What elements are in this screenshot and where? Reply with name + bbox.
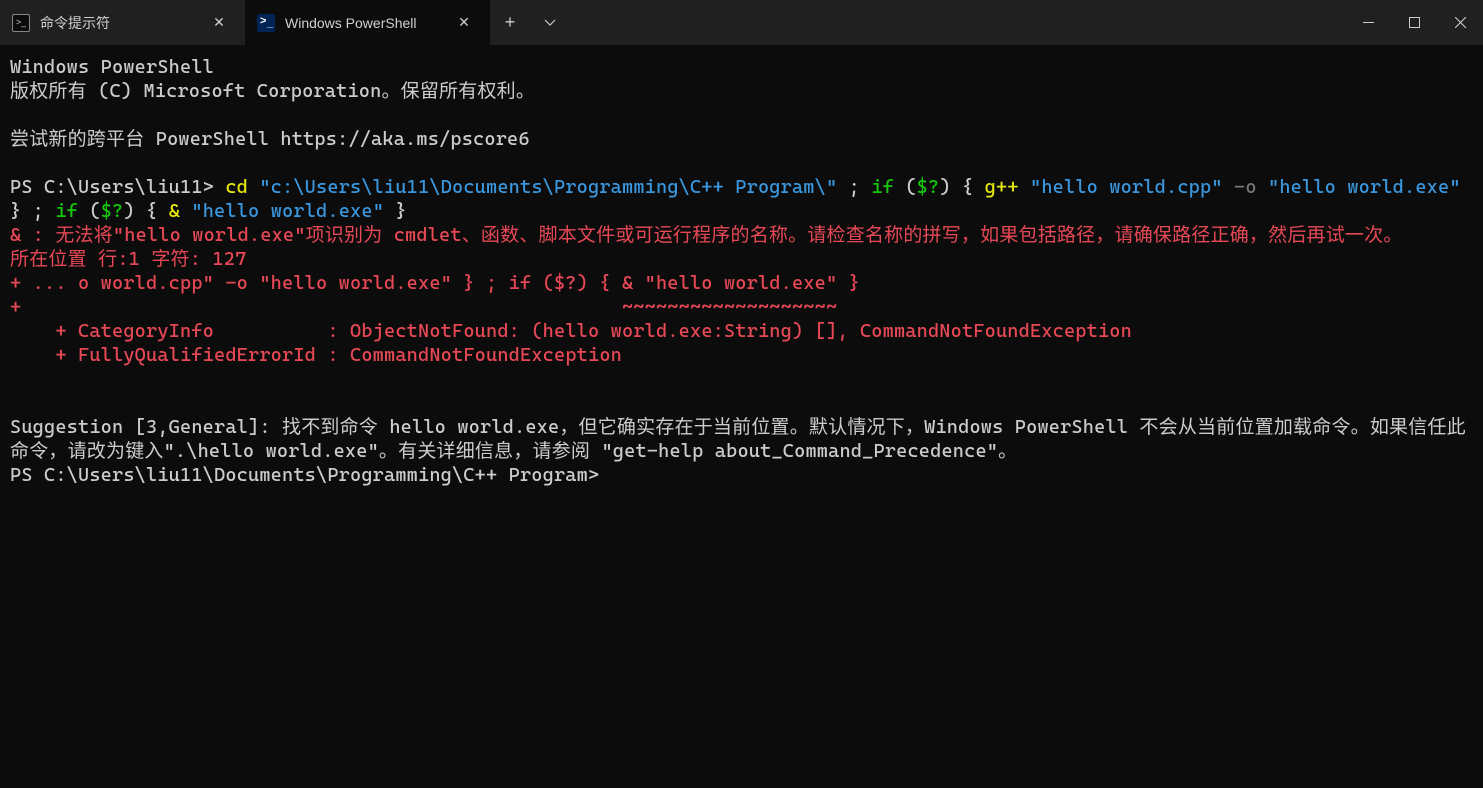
error-line: & : 无法将"hello world.exe"项识别为 cmdlet、函数、脚…	[10, 224, 1403, 246]
call-op: &	[169, 200, 192, 222]
tab-cmd-title: 命令提示符	[40, 13, 195, 33]
cmd-gpp: g++	[985, 176, 1019, 198]
ps-copyright: 版权所有 (C) Microsoft Corporation。保留所有权利。	[10, 80, 535, 102]
tab-powershell[interactable]: Windows PowerShell ✕	[245, 0, 490, 45]
error-line: + ... o world.cpp" -o "hello world.exe" …	[10, 272, 860, 294]
tab-dropdown-button[interactable]	[530, 0, 570, 45]
paren: ) {	[939, 176, 984, 198]
arg-out: "hello world.exe"	[1268, 176, 1461, 198]
terminal-output[interactable]: Windows PowerShell 版权所有 (C) Microsoft Co…	[0, 45, 1483, 497]
paren: ) {	[123, 200, 168, 222]
var-lastok: $?	[101, 200, 124, 222]
paren: (	[905, 176, 916, 198]
close-window-button[interactable]	[1437, 0, 1483, 45]
kw-if: if	[55, 200, 89, 222]
brace-end: }	[384, 200, 407, 222]
powershell-icon	[257, 14, 275, 32]
tab-cmd[interactable]: 命令提示符 ✕	[0, 0, 245, 45]
minimize-icon	[1363, 17, 1374, 28]
newtab-area: +	[490, 0, 570, 45]
close-icon[interactable]: ✕	[205, 9, 233, 37]
paren: (	[89, 200, 100, 222]
new-tab-button[interactable]: +	[490, 0, 530, 45]
prompt-prefix: PS C:\Users\liu11>	[10, 176, 225, 198]
close-icon[interactable]: ✕	[450, 9, 478, 37]
kw-if: if	[871, 176, 905, 198]
tab-ps-title: Windows PowerShell	[285, 15, 440, 31]
error-line: + ~~~~~~~~~~~~~~~~~~~	[10, 296, 837, 318]
error-line: 所在位置 行:1 字符: 127	[10, 248, 246, 270]
minimize-button[interactable]	[1345, 0, 1391, 45]
suggestion-line: Suggestion [3,General]: 找不到命令 hello worl…	[10, 416, 1466, 462]
ps-banner-title: Windows PowerShell	[10, 56, 214, 78]
arg-src: "hello world.cpp"	[1019, 176, 1223, 198]
sep: ;	[837, 176, 871, 198]
titlebar-drag-region[interactable]	[570, 0, 1345, 45]
error-line: + FullyQualifiedErrorId : CommandNotFoun…	[10, 344, 622, 366]
chevron-down-icon	[544, 17, 556, 29]
maximize-icon	[1409, 17, 1420, 28]
var-lastok: $?	[917, 176, 940, 198]
prompt-current: PS C:\Users\liu11\Documents\Programming\…	[10, 464, 599, 486]
titlebar: 命令提示符 ✕ Windows PowerShell ✕ +	[0, 0, 1483, 45]
close-icon	[1455, 17, 1466, 28]
tab-strip: 命令提示符 ✕ Windows PowerShell ✕	[0, 0, 490, 45]
ps-tryline: 尝试新的跨平台 PowerShell https://aka.ms/pscore…	[10, 128, 530, 150]
window-controls	[1345, 0, 1483, 45]
error-line: + CategoryInfo : ObjectNotFound: (hello …	[10, 320, 1132, 342]
cmd-icon	[12, 14, 30, 32]
arg-run: "hello world.exe"	[191, 200, 384, 222]
cmd-path: "c:\Users\liu11\Documents\Programming\C+…	[248, 176, 837, 198]
flag-o: -o	[1223, 176, 1268, 198]
cmd-cd: cd	[225, 176, 248, 198]
maximize-button[interactable]	[1391, 0, 1437, 45]
